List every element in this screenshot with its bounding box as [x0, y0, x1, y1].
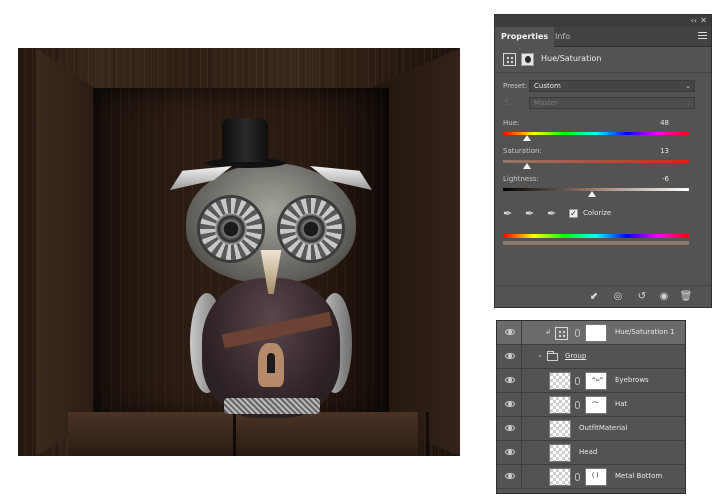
layers-panel: ↲ Hue/Saturation 1 ⌄ Group ᴖᴗᴖ Eyebrows [496, 320, 686, 494]
close-panel-icon[interactable]: ✕ [700, 15, 707, 27]
layer-thumbnail[interactable] [549, 468, 571, 486]
layer-mask-thumbnail[interactable]: ᴖᴗᴖ [585, 372, 607, 390]
preset-value: Custom [534, 82, 561, 90]
delete-layer-icon[interactable]: 🗑 [679, 290, 693, 304]
preset-select[interactable]: Custom ⌄ [529, 80, 695, 92]
layer-mask-icon[interactable] [521, 53, 534, 66]
layer-row-hat[interactable]: ⌒ Hat [497, 393, 685, 417]
channel-value: Master [534, 99, 558, 107]
eye-icon[interactable] [505, 353, 515, 359]
adjustment-title: Hue/Saturation [541, 54, 602, 63]
eye-icon[interactable] [505, 377, 515, 383]
tab-properties[interactable]: Properties [495, 27, 555, 47]
panel-titlebar: ‹‹ ✕ [495, 15, 711, 27]
adjustment-header: Hue/Saturation [495, 47, 711, 73]
folder-icon [547, 351, 558, 361]
colorize-checkbox[interactable]: ✓ [569, 209, 578, 218]
layer-mask-thumbnail[interactable] [585, 324, 607, 342]
tab-info[interactable]: Info [549, 27, 576, 47]
panel-tabbar: Properties Info [495, 27, 711, 47]
adjustment-layer-icon [555, 327, 568, 340]
owl-hat [222, 118, 268, 162]
lightness-slider-thumb[interactable] [588, 191, 597, 197]
clipping-arrow-icon: ↲ [545, 328, 551, 336]
chevron-down-icon: ⌄ [685, 99, 691, 107]
preset-label: Preset: [503, 82, 528, 90]
saturation-value[interactable]: 13 [660, 147, 669, 155]
steampunk-owl-artwork [166, 118, 376, 418]
link-icon[interactable] [575, 401, 580, 409]
toggle-visibility-icon[interactable]: ◉ [657, 290, 671, 304]
box-shelf [68, 412, 418, 456]
group-name: Group [565, 352, 587, 360]
layer-row-hue-saturation[interactable]: ↲ Hue/Saturation 1 [497, 321, 685, 345]
colorize-label: Colorize [583, 209, 612, 217]
owl-gear-eye-left [200, 198, 262, 260]
eye-icon[interactable] [505, 473, 515, 479]
saturation-slider-thumb[interactable] [523, 163, 532, 169]
layer-name: Hat [615, 400, 628, 408]
hue-value[interactable]: 48 [660, 119, 669, 127]
panel-menu-icon[interactable] [698, 32, 707, 41]
hue-label: Hue: [503, 119, 520, 127]
hue-slider-thumb[interactable] [523, 135, 532, 141]
layer-row-eyebrows[interactable]: ᴖᴗᴖ Eyebrows [497, 369, 685, 393]
link-icon[interactable] [575, 329, 580, 337]
adjustment-settings-icon[interactable] [503, 53, 516, 66]
view-previous-state-icon[interactable]: ◎ [611, 290, 625, 304]
owl-gear-eye-right [280, 198, 342, 260]
properties-footer: ⬋ ◎ ↺ ◉ 🗑 [495, 285, 711, 307]
eye-icon[interactable] [505, 401, 515, 407]
owl-keyhole [258, 343, 284, 387]
eye-icon[interactable] [505, 449, 515, 455]
link-icon[interactable] [575, 377, 580, 385]
chevron-down-icon[interactable]: ⌄ [537, 351, 543, 359]
mask-mark: ᴖᴗᴖ [592, 376, 604, 383]
layer-mask-thumbnail[interactable]: ( ) [585, 468, 607, 486]
document-canvas[interactable] [18, 48, 460, 456]
saturation-label: Saturation: [503, 147, 542, 155]
link-icon[interactable] [575, 473, 580, 481]
collapse-panel-icon[interactable]: ‹‹ [691, 15, 697, 27]
eyedropper-icon[interactable]: ✒ [503, 207, 517, 221]
layer-row-group[interactable]: ⌄ Group [497, 345, 685, 369]
output-spectrum-bar [503, 241, 689, 245]
layer-thumbnail[interactable] [549, 396, 571, 414]
layer-name: Head [579, 448, 598, 456]
layer-row-head[interactable]: Head [497, 441, 685, 465]
eye-icon[interactable] [505, 425, 515, 431]
layer-row-metal-bottom[interactable]: ( ) Metal Bottom [497, 465, 685, 489]
layer-name: Eyebrows [615, 376, 649, 384]
layer-thumbnail[interactable] [549, 420, 571, 438]
shelf-seam [233, 412, 236, 456]
channel-select[interactable]: Master ⌄ [529, 97, 695, 109]
box-left-wall [36, 48, 96, 456]
properties-panel: ‹‹ ✕ Properties Info Hue/Saturation Pres… [494, 14, 712, 308]
eyedropper-add-icon[interactable]: ✒ [525, 207, 539, 221]
eyedropper-subtract-icon[interactable]: ✒ [547, 207, 561, 221]
shelf-seam [426, 412, 429, 456]
mask-mark: ⌒ [592, 402, 599, 409]
layer-mask-thumbnail[interactable]: ⌒ [585, 396, 607, 414]
layer-thumbnail[interactable] [549, 372, 571, 390]
mask-mark: ( ) [592, 472, 599, 479]
lightness-label: Lightness: [503, 175, 539, 183]
layer-thumbnail[interactable] [549, 444, 571, 462]
owl-metal-bottom [224, 398, 320, 414]
layer-name: Hue/Saturation 1 [615, 328, 675, 336]
screenshot-root: ‹‹ ✕ Properties Info Hue/Saturation Pres… [0, 0, 725, 502]
layer-row-outfitmaterial[interactable]: OutfitMaterial [497, 417, 685, 441]
chevron-down-icon: ⌄ [685, 82, 691, 90]
targeted-adjustment-hand-icon[interactable]: ☝ [503, 97, 515, 109]
clip-to-layer-icon[interactable]: ⬋ [587, 290, 601, 304]
eye-icon[interactable] [505, 329, 515, 335]
layer-name: OutfitMaterial [579, 424, 628, 432]
reset-adjustment-icon[interactable]: ↺ [635, 290, 649, 304]
layer-name: Metal Bottom [615, 472, 663, 480]
input-spectrum-bar [503, 234, 689, 238]
lightness-value[interactable]: -6 [662, 175, 669, 183]
